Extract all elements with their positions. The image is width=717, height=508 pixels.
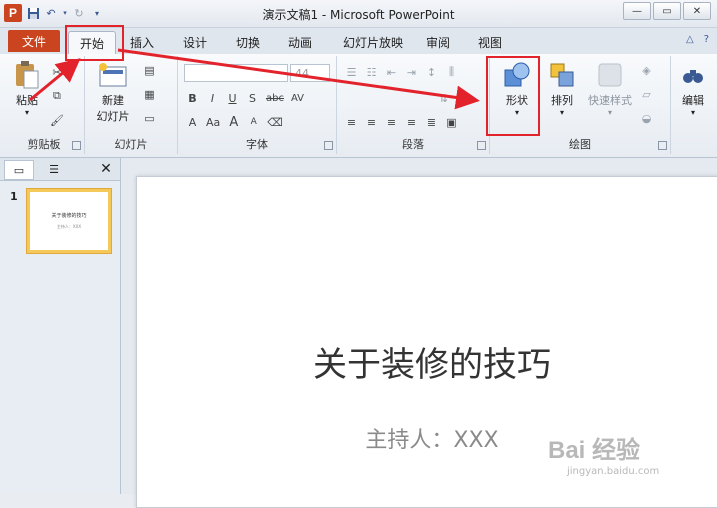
slide-thumbnail[interactable]: 关于装修的技巧 主持人：XXX [26, 188, 112, 254]
watermark-url: jingyan.baidu.com [567, 466, 660, 477]
slide-number: 1 [10, 190, 18, 203]
tab-slides-thumbnails[interactable]: ▭ [4, 160, 34, 180]
thumb-subtitle: 主持人：XXX [56, 224, 82, 229]
close-panel-icon[interactable]: ✕ [92, 160, 120, 178]
arrow-to-home-tab [29, 58, 81, 102]
panel-tabs: ▭ ☰ ✕ [0, 158, 120, 181]
tab-outline[interactable]: ☰ [40, 160, 68, 178]
slide-thumbnail-content: 关于装修的技巧 主持人：XXX [30, 192, 108, 250]
slide-title[interactable]: 关于装修的技巧 [137, 337, 717, 386]
baidu-watermark: Bai 经验 [548, 437, 641, 464]
thumb-title: 关于装修的技巧 [51, 213, 87, 219]
slides-panel: ▭ ☰ ✕ 1 关于装修的技巧 主持人：XXX [0, 158, 121, 494]
arrow-to-shapes [117, 48, 480, 110]
